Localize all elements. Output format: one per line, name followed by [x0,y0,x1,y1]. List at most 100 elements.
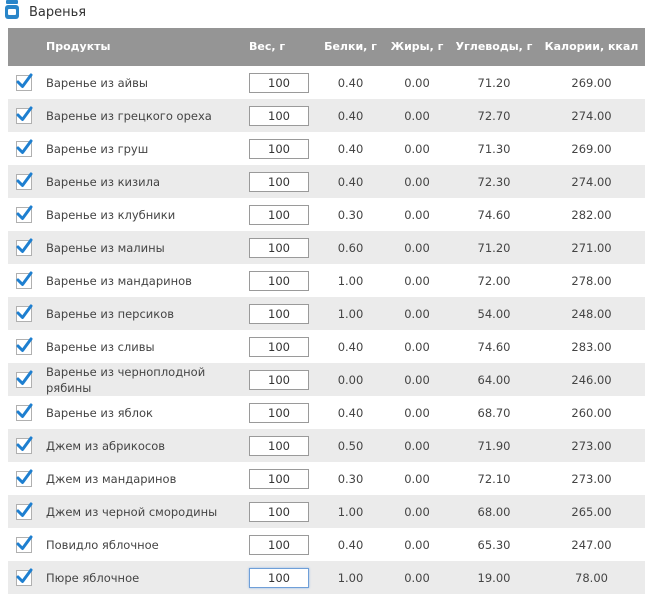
weight-input[interactable] [249,534,309,555]
fat-value: 0.00 [384,330,450,363]
calories-value: 246.00 [538,363,645,396]
row-checkbox[interactable] [15,172,32,190]
table-row: Джем из черной смородины 1.000.0068.00265… [8,495,645,528]
weight-input[interactable] [249,468,309,489]
calories-value: 273.00 [538,429,645,462]
weight-input[interactable] [249,402,309,423]
weight-cell [243,561,317,594]
weight-input[interactable] [249,567,309,588]
product-name: Варенье из грецкого ореха [37,99,243,132]
row-checkbox[interactable] [15,469,32,487]
row-checkbox[interactable] [15,205,32,223]
carbs-value: 72.00 [450,264,538,297]
weight-cell [243,66,317,99]
select-cell [8,330,37,363]
carbs-value: 71.20 [450,231,538,264]
carbs-value: 54.00 [450,297,538,330]
weight-cell [243,528,317,561]
carbs-value: 74.60 [450,198,538,231]
fat-value: 0.00 [384,198,450,231]
weight-input[interactable] [249,435,309,456]
product-name: Джем из мандаринов [37,462,243,495]
protein-value: 0.00 [317,363,384,396]
row-checkbox[interactable] [15,370,32,388]
fat-value: 0.00 [384,99,450,132]
weight-input[interactable] [249,336,309,357]
protein-value: 1.00 [317,264,384,297]
table-row: Варенье из кизила 0.400.0072.30274.00 [8,165,645,198]
carbs-value: 71.20 [450,66,538,99]
product-name: Варенье из айвы [37,66,243,99]
weight-input[interactable] [249,105,309,126]
calories-value: 248.00 [538,297,645,330]
header-weight[interactable]: Вес, г [243,28,317,66]
table-row: Повидло яблочное 0.400.0065.30247.00 [8,528,645,561]
weight-input[interactable] [249,138,309,159]
weight-input[interactable] [249,270,309,291]
carbs-value: 72.30 [450,165,538,198]
select-cell [8,495,37,528]
product-name: Варенье из кизила [37,165,243,198]
row-checkbox[interactable] [15,106,32,124]
weight-cell [243,99,317,132]
protein-value: 1.00 [317,561,384,594]
select-cell [8,165,37,198]
carbs-value: 68.70 [450,396,538,429]
product-name: Повидло яблочное [37,528,243,561]
header-carbs[interactable]: Углеводы, г [450,28,538,66]
weight-input[interactable] [249,303,309,324]
protein-value: 0.40 [317,132,384,165]
product-name: Варенье из малины [37,231,243,264]
weight-cell [243,231,317,264]
select-cell [8,396,37,429]
select-cell [8,528,37,561]
table-header-row: Продукты Вес, г Белки, г Жиры, г Углевод… [8,28,645,66]
table-row: Варенье из мандаринов 1.000.0072.00278.00 [8,264,645,297]
weight-cell [243,495,317,528]
calories-value: 269.00 [538,132,645,165]
carbs-value: 68.00 [450,495,538,528]
weight-input[interactable] [249,72,309,93]
row-checkbox[interactable] [15,403,32,421]
select-cell [8,198,37,231]
row-checkbox[interactable] [15,535,32,553]
row-checkbox[interactable] [15,139,32,157]
product-name: Варенье из яблок [37,396,243,429]
row-checkbox[interactable] [15,337,32,355]
weight-input[interactable] [249,501,309,522]
select-cell [8,264,37,297]
product-name: Варенье из мандаринов [37,264,243,297]
weight-input[interactable] [249,237,309,258]
weight-input[interactable] [249,204,309,225]
table-row: Варенье из клубники 0.300.0074.60282.00 [8,198,645,231]
row-checkbox[interactable] [15,568,32,586]
calories-value: 282.00 [538,198,645,231]
carbs-value: 72.70 [450,99,538,132]
section-header: Варенья [0,0,648,28]
select-cell [8,132,37,165]
weight-cell [243,165,317,198]
header-protein[interactable]: Белки, г [317,28,384,66]
weight-cell [243,264,317,297]
weight-input[interactable] [249,171,309,192]
carbs-value: 19.00 [450,561,538,594]
header-product[interactable]: Продукты [37,28,243,66]
row-checkbox[interactable] [15,304,32,322]
row-checkbox[interactable] [15,436,32,454]
calories-value: 274.00 [538,165,645,198]
calories-value: 278.00 [538,264,645,297]
protein-value: 0.40 [317,66,384,99]
header-calories[interactable]: Калории, ккал [538,28,645,66]
jar-icon [4,0,20,20]
fat-value: 0.00 [384,462,450,495]
weight-cell [243,363,317,396]
select-cell [8,297,37,330]
row-checkbox[interactable] [15,238,32,256]
product-name: Джем из черной смородины [37,495,243,528]
carbs-value: 65.30 [450,528,538,561]
header-fat[interactable]: Жиры, г [384,28,450,66]
row-checkbox[interactable] [15,502,32,520]
row-checkbox[interactable] [15,271,32,289]
weight-input[interactable] [249,369,309,390]
row-checkbox[interactable] [15,73,32,91]
